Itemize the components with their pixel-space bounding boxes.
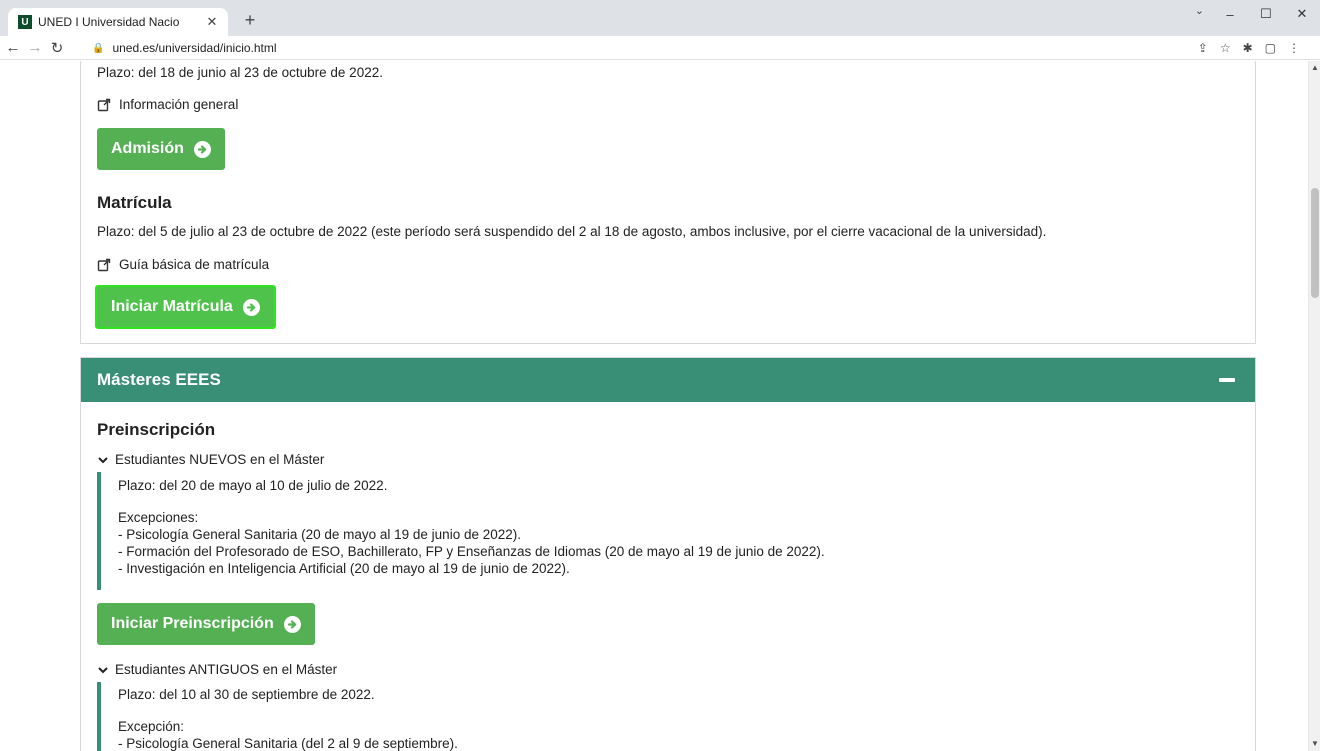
excepcion-label: Excepción: (118, 719, 185, 734)
excepcion-item: - Formación del Profesorado de ESO, Bach… (118, 544, 825, 559)
nuevos-excepciones-block: Excepciones: - Psicología General Sanita… (118, 509, 825, 577)
arrow-right-circle-icon (193, 140, 211, 158)
nuevos-toggle[interactable]: Estudiantes NUEVOS en el Máster (97, 452, 324, 467)
page-scrollbar[interactable]: ▲ ▼ (1308, 61, 1320, 751)
iniciar-preinscripcion-button[interactable]: Iniciar Preinscripción (97, 603, 315, 645)
grados-panel: Plazo: del 18 de junio al 23 de octubre … (80, 61, 1256, 344)
window-controls: – ☐ ✕ (1212, 0, 1320, 28)
masteres-panel-title: Másteres EEES (97, 370, 221, 389)
external-link-icon (97, 258, 111, 271)
page-viewport: Plazo: del 18 de junio al 23 de octubre … (0, 61, 1308, 751)
share-icon[interactable]: ⇪ (1198, 41, 1208, 55)
iniciar-matricula-button[interactable]: Iniciar Matrícula (95, 285, 276, 329)
browser-tabbar: U UNED I Universidad Nacio ✕ + ⌄ – ☐ ✕ (0, 0, 1320, 36)
forward-icon[interactable]: → (26, 39, 44, 56)
admision-button[interactable]: Admisión (97, 128, 225, 170)
tab-close-icon[interactable]: ✕ (204, 14, 220, 30)
toolbar-actions: ⇪ ☆ ✱ ▢ ⋮ (1198, 36, 1300, 60)
excepciones-label: Excepciones: (118, 510, 199, 525)
back-icon[interactable]: ← (4, 39, 22, 56)
excepcion-item: - Psicología General Sanitaria (20 de ma… (118, 527, 521, 542)
nuevos-toggle-label: Estudiantes NUEVOS en el Máster (115, 452, 325, 467)
side-panel-icon[interactable]: ▢ (1265, 41, 1276, 55)
preinscripcion-heading: Preinscripción (97, 420, 216, 439)
plazo-admision-text: Plazo: del 18 de junio al 23 de octubre … (97, 65, 383, 80)
antiguos-toggle[interactable]: Estudiantes ANTIGUOS en el Máster (97, 662, 337, 677)
informacion-general-label: Información general (119, 97, 239, 112)
guia-matricula-label: Guía básica de matrícula (119, 257, 270, 272)
minimize-icon[interactable]: – (1212, 0, 1248, 28)
address-bar[interactable]: 🔒 uned.es/universidad/inicio.html (92, 38, 1242, 58)
browser-toolbar: ← → ↻ 🔒 uned.es/universidad/inicio.html … (0, 36, 1320, 60)
matricula-heading: Matrícula (97, 193, 172, 212)
nuevos-quote-bar (97, 472, 101, 590)
chevron-down-icon (98, 456, 108, 463)
external-link-icon (97, 98, 111, 111)
antiguos-plazo-text: Plazo: del 10 al 30 de septiembre de 202… (118, 687, 375, 702)
arrow-right-circle-icon (242, 298, 260, 316)
close-window-icon[interactable]: ✕ (1284, 0, 1320, 28)
masteres-panel: Másteres EEES Preinscripción Estudiantes… (80, 357, 1256, 751)
plazo-matricula-text: Plazo: del 5 de julio al 23 de octubre d… (97, 224, 1047, 239)
tab-title: UNED I Universidad Nacio (38, 15, 180, 29)
iniciar-preinscripcion-label: Iniciar Preinscripción (111, 615, 274, 632)
scroll-down-arrow-icon[interactable]: ▼ (1309, 737, 1320, 751)
scroll-thumb[interactable] (1311, 188, 1319, 298)
masteres-panel-header[interactable]: Másteres EEES (81, 358, 1255, 402)
scroll-up-arrow-icon[interactable]: ▲ (1309, 61, 1320, 75)
guia-matricula-link[interactable]: Guía básica de matrícula (97, 257, 269, 272)
reload-icon[interactable]: ↻ (48, 39, 66, 57)
extensions-icon[interactable]: ✱ (1243, 41, 1253, 55)
browser-tab[interactable]: U UNED I Universidad Nacio ✕ (8, 8, 228, 36)
collapse-minus-icon[interactable] (1219, 378, 1235, 382)
excepcion-item: - Psicología General Sanitaria (del 2 al… (118, 736, 458, 751)
arrow-right-circle-icon (283, 615, 301, 633)
antiguos-excepcion-block: Excepción: - Psicología General Sanitari… (118, 718, 458, 751)
admision-button-label: Admisión (111, 140, 184, 157)
maximize-icon[interactable]: ☐ (1248, 0, 1284, 28)
nuevos-plazo-text: Plazo: del 20 de mayo al 10 de julio de … (118, 478, 388, 493)
uned-favicon-icon: U (18, 15, 32, 29)
iniciar-matricula-label: Iniciar Matrícula (111, 298, 233, 315)
new-tab-icon[interactable]: + (238, 8, 262, 32)
excepcion-item: - Investigación en Inteligencia Artifici… (118, 561, 570, 576)
menu-icon[interactable]: ⋮ (1288, 41, 1300, 55)
lock-icon: 🔒 (92, 42, 105, 54)
tab-search-chevron-icon[interactable]: ⌄ (1195, 4, 1204, 17)
informacion-general-link[interactable]: Información general (97, 97, 238, 112)
antiguos-quote-bar (97, 682, 101, 751)
antiguos-toggle-label: Estudiantes ANTIGUOS en el Máster (115, 662, 338, 677)
chevron-down-icon (98, 666, 108, 673)
bookmark-star-icon[interactable]: ☆ (1220, 41, 1231, 55)
url-text: uned.es/universidad/inicio.html (112, 41, 277, 55)
